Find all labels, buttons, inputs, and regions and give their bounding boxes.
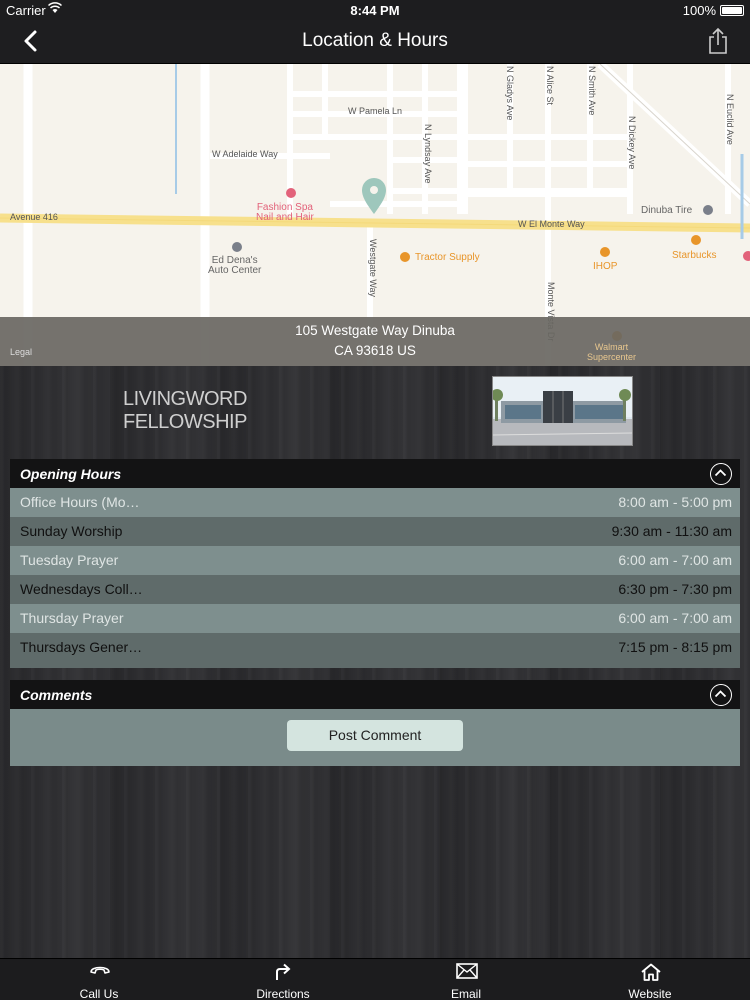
street-label: Westgate Way bbox=[368, 239, 378, 298]
hours-time: 7:15 pm - 8:15 pm bbox=[618, 639, 732, 655]
hours-row: Tuesday Prayer 6:00 am - 7:00 am bbox=[10, 546, 740, 575]
poi-label: Fashion Spa Nail and Hair bbox=[256, 202, 314, 223]
chevron-up-icon[interactable] bbox=[710, 684, 732, 706]
tab-label: Call Us bbox=[79, 987, 119, 1000]
hours-row: Thursdays Gener… 7:15 pm - 8:15 pm bbox=[10, 633, 740, 668]
phone-icon bbox=[90, 966, 110, 974]
building-image bbox=[493, 377, 632, 445]
hours-name: Tuesday Prayer bbox=[20, 552, 119, 568]
street-label: N Smith Ave bbox=[587, 66, 597, 116]
hours-row: Thursday Prayer 6:00 am - 7:00 am bbox=[10, 604, 740, 633]
logo-line-1: LIVINGWORD bbox=[123, 388, 247, 410]
envelope-icon bbox=[456, 963, 478, 979]
street-label: N Dickey Ave bbox=[627, 116, 637, 170]
nav-bar: Location & Hours bbox=[0, 20, 750, 64]
post-comment-button[interactable]: Post Comment bbox=[287, 720, 463, 751]
poi-label: Dinuba Tire bbox=[641, 205, 693, 216]
church-logo: LIVINGWORD FELLOWSHIP bbox=[123, 388, 247, 434]
street-label: W Pamela Ln bbox=[348, 106, 403, 116]
street-label: N Lyndsay Ave bbox=[423, 124, 433, 184]
battery-percent: 100% bbox=[682, 3, 716, 18]
location-photo[interactable] bbox=[492, 376, 633, 446]
hours-name: Wednesdays Coll… bbox=[20, 581, 143, 597]
address-line-2: CA 93618 US bbox=[334, 343, 416, 358]
battery-icon bbox=[720, 5, 744, 16]
comments-panel: Post Comment bbox=[10, 709, 740, 766]
home-icon bbox=[641, 963, 661, 981]
tab-website[interactable]: Website bbox=[590, 959, 710, 1000]
chevron-up-icon[interactable] bbox=[710, 463, 732, 485]
address-line-1: 105 Westgate Way Dinuba bbox=[295, 323, 455, 338]
street-label: Avenue 416 bbox=[10, 212, 58, 222]
address-overlay: 105 Westgate Way Dinuba CA 93618 US bbox=[0, 317, 750, 366]
hours-time: 9:30 am - 11:30 am bbox=[611, 523, 732, 539]
hours-row: Office Hours (Mo… 8:00 am - 5:00 pm bbox=[10, 488, 740, 517]
tab-label: Directions bbox=[256, 987, 310, 1000]
directions-arrow-icon bbox=[276, 963, 291, 980]
tab-label: Website bbox=[628, 987, 672, 1000]
location-map[interactable]: W Pamela Ln W Adelaide Way Avenue 416 W … bbox=[0, 64, 750, 366]
poi-label: Ed Dena's Auto Center bbox=[208, 255, 262, 276]
hours-name: Thursdays Gener… bbox=[20, 639, 143, 655]
opening-hours-title: Opening Hours bbox=[20, 466, 122, 482]
comments-header[interactable]: Comments bbox=[10, 680, 740, 710]
hours-name: Office Hours (Mo… bbox=[20, 494, 140, 510]
opening-hours-header[interactable]: Opening Hours bbox=[10, 459, 740, 489]
street-label: N Euclid Ave bbox=[725, 94, 735, 145]
street-label: W El Monte Way bbox=[518, 219, 585, 229]
hours-row: Wednesdays Coll… 6:30 pm - 7:30 pm bbox=[10, 575, 740, 604]
share-icon[interactable] bbox=[706, 26, 730, 56]
street-label: N Alice St bbox=[545, 66, 555, 106]
hours-time: 8:00 am - 5:00 pm bbox=[618, 494, 732, 510]
poi-label: Walmart Supercenter bbox=[587, 342, 637, 362]
comments-title: Comments bbox=[20, 687, 93, 703]
tab-call-us[interactable]: Call Us bbox=[39, 959, 159, 1000]
tab-bar: Call Us Directions Email Website bbox=[0, 958, 750, 1000]
status-bar: Carrier 8:44 PM 100% bbox=[0, 0, 750, 20]
poi-label: IHOP bbox=[593, 261, 618, 272]
poi-label: Tractor Supply bbox=[415, 252, 480, 263]
street-label: W Adelaide Way bbox=[212, 149, 278, 159]
legal-link[interactable]: Legal bbox=[10, 347, 32, 357]
hours-name: Thursday Prayer bbox=[20, 610, 124, 626]
hours-time: 6:30 pm - 7:30 pm bbox=[618, 581, 732, 597]
poi-label: Starbucks bbox=[672, 250, 717, 261]
tab-label: Email bbox=[450, 987, 481, 1000]
tab-email[interactable]: Email bbox=[406, 959, 526, 1000]
street-label: N Gladys Ave bbox=[505, 66, 515, 121]
hours-row: Sunday Worship 9:30 am - 11:30 am bbox=[10, 517, 740, 546]
logo-line-2: FELLOWSHIP bbox=[123, 411, 247, 433]
hours-name: Sunday Worship bbox=[20, 523, 123, 539]
page-title: Location & Hours bbox=[302, 30, 448, 51]
hours-time: 6:00 am - 7:00 am bbox=[618, 552, 732, 568]
hours-time: 6:00 am - 7:00 am bbox=[618, 610, 732, 626]
tab-directions[interactable]: Directions bbox=[223, 959, 343, 1000]
clock: 8:44 PM bbox=[350, 3, 400, 18]
